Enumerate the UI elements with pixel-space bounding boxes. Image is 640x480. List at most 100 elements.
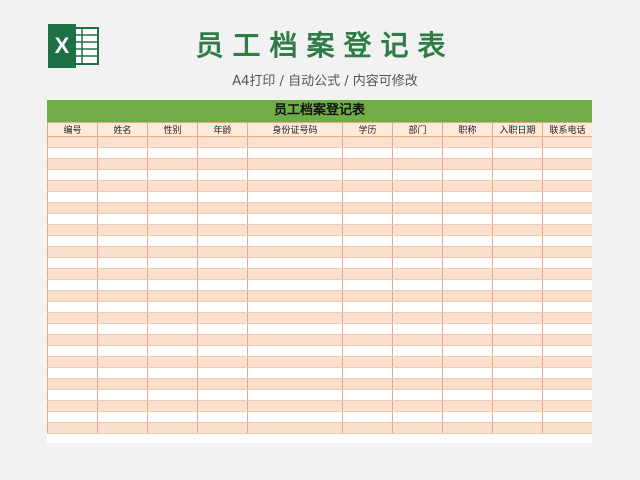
table-cell[interactable] [147,257,198,269]
table-cell[interactable] [247,334,343,346]
table-cell[interactable] [442,345,493,357]
table-cell[interactable] [197,334,248,346]
table-cell[interactable] [97,169,148,181]
table-cell[interactable] [492,246,543,258]
table-cell[interactable] [247,147,343,159]
table-cell[interactable] [542,400,592,412]
table-cell[interactable] [542,180,592,192]
table-cell[interactable] [392,202,443,214]
table-cell[interactable] [197,312,248,324]
table-cell[interactable] [492,301,543,313]
table-cell[interactable] [442,301,493,313]
table-cell[interactable] [492,235,543,247]
table-cell[interactable] [47,136,98,148]
table-cell[interactable] [442,246,493,258]
table-cell[interactable] [247,422,343,434]
table-cell[interactable] [247,279,343,291]
table-cell[interactable] [442,191,493,203]
table-cell[interactable] [197,323,248,335]
table-cell[interactable] [247,136,343,148]
table-cell[interactable] [342,268,393,280]
table-cell[interactable] [247,367,343,379]
table-cell[interactable] [542,378,592,390]
table-cell[interactable] [442,422,493,434]
table-cell[interactable] [97,400,148,412]
table-cell[interactable] [147,345,198,357]
table-cell[interactable] [47,367,98,379]
table-cell[interactable] [247,378,343,390]
table-cell[interactable] [492,345,543,357]
table-cell[interactable] [197,411,248,423]
table-cell[interactable] [342,136,393,148]
table-cell[interactable] [247,235,343,247]
table-cell[interactable] [342,180,393,192]
table-cell[interactable] [147,422,198,434]
table-cell[interactable] [492,158,543,170]
table-cell[interactable] [47,213,98,225]
table-cell[interactable] [197,356,248,368]
table-cell[interactable] [97,290,148,302]
table-cell[interactable] [392,356,443,368]
table-cell[interactable] [542,169,592,181]
table-cell[interactable] [97,323,148,335]
table-cell[interactable] [392,147,443,159]
table-cell[interactable] [442,169,493,181]
table-cell[interactable] [342,378,393,390]
table-cell[interactable] [197,136,248,148]
table-cell[interactable] [247,202,343,214]
table-cell[interactable] [197,147,248,159]
column-header-education[interactable]: 学历 [342,122,393,137]
table-cell[interactable] [542,191,592,203]
table-cell[interactable] [247,246,343,258]
column-header-age[interactable]: 年龄 [197,122,248,137]
table-cell[interactable] [342,191,393,203]
table-cell[interactable] [197,345,248,357]
table-cell[interactable] [492,400,543,412]
table-cell[interactable] [97,213,148,225]
table-cell[interactable] [47,334,98,346]
table-cell[interactable] [47,290,98,302]
table-cell[interactable] [147,279,198,291]
table-cell[interactable] [342,235,393,247]
table-cell[interactable] [97,202,148,214]
table-cell[interactable] [147,202,198,214]
table-cell[interactable] [392,268,443,280]
table-cell[interactable] [342,345,393,357]
table-cell[interactable] [197,202,248,214]
table-cell[interactable] [47,169,98,181]
table-cell[interactable] [47,378,98,390]
table-cell[interactable] [342,356,393,368]
table-cell[interactable] [542,290,592,302]
column-header-phone[interactable]: 联系电话 [542,122,592,137]
table-cell[interactable] [442,400,493,412]
table-cell[interactable] [197,169,248,181]
table-cell[interactable] [342,301,393,313]
table-cell[interactable] [47,301,98,313]
table-cell[interactable] [97,422,148,434]
table-cell[interactable] [392,345,443,357]
table-cell[interactable] [392,246,443,258]
table-cell[interactable] [247,400,343,412]
table-cell[interactable] [442,224,493,236]
table-cell[interactable] [442,235,493,247]
table-cell[interactable] [197,180,248,192]
table-cell[interactable] [342,213,393,225]
column-header-id-number[interactable]: 身份证号码 [247,122,343,137]
table-cell[interactable] [542,367,592,379]
table-cell[interactable] [492,257,543,269]
table-cell[interactable] [342,389,393,401]
table-cell[interactable] [47,422,98,434]
table-cell[interactable] [47,323,98,335]
table-cell[interactable] [392,290,443,302]
table-cell[interactable] [97,235,148,247]
table-cell[interactable] [197,257,248,269]
table-cell[interactable] [197,301,248,313]
table-cell[interactable] [392,136,443,148]
table-cell[interactable] [542,235,592,247]
table-cell[interactable] [247,345,343,357]
table-cell[interactable] [392,334,443,346]
table-cell[interactable] [542,422,592,434]
table-cell[interactable] [247,169,343,181]
table-cell[interactable] [542,301,592,313]
table-cell[interactable] [247,268,343,280]
